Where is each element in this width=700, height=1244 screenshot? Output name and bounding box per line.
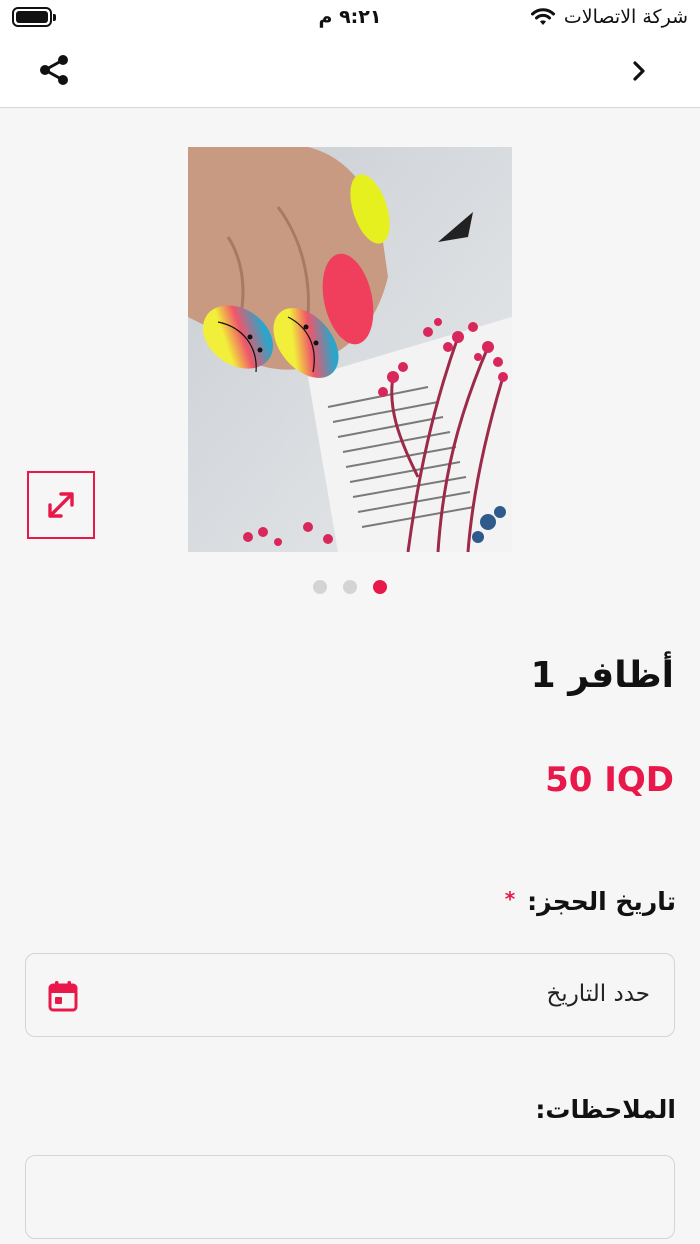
booking-date-label-text: تاريخ الحجز: <box>527 887 676 916</box>
share-button[interactable] <box>34 50 74 90</box>
carrier-info: شركة الاتصالات <box>530 6 688 28</box>
product-price: 50 IQD <box>545 760 674 800</box>
page-dot[interactable] <box>343 580 357 594</box>
page-dot[interactable] <box>313 580 327 594</box>
status-bar: ٩:٢١ م شركة الاتصالات <box>0 0 700 36</box>
calendar-icon[interactable] <box>48 980 78 1012</box>
chevron-right-icon <box>633 61 645 81</box>
required-marker: * <box>504 887 516 911</box>
product-image[interactable] <box>188 147 512 552</box>
share-icon <box>40 55 68 85</box>
notes-field[interactable] <box>25 1155 675 1239</box>
back-button[interactable] <box>624 54 654 88</box>
date-placeholder: حدد التاريخ <box>546 981 650 1007</box>
wifi-icon <box>530 8 555 25</box>
booking-date-label: تاريخ الحجز: * <box>505 887 676 916</box>
nav-bar <box>0 36 700 108</box>
gallery-pagination <box>0 580 700 594</box>
nail-art-photo <box>188 147 512 552</box>
product-title: أظافر 1 <box>530 655 674 696</box>
expand-icon <box>48 492 74 518</box>
carrier-name: شركة الاتصالات <box>563 6 688 28</box>
status-time: ٩:٢١ م <box>318 6 382 28</box>
expand-button[interactable] <box>27 471 95 539</box>
battery-icon <box>12 7 56 27</box>
booking-date-field[interactable]: حدد التاريخ <box>25 953 675 1037</box>
page-dot-active[interactable] <box>373 580 387 594</box>
notes-label: الملاحظات: <box>535 1095 676 1124</box>
